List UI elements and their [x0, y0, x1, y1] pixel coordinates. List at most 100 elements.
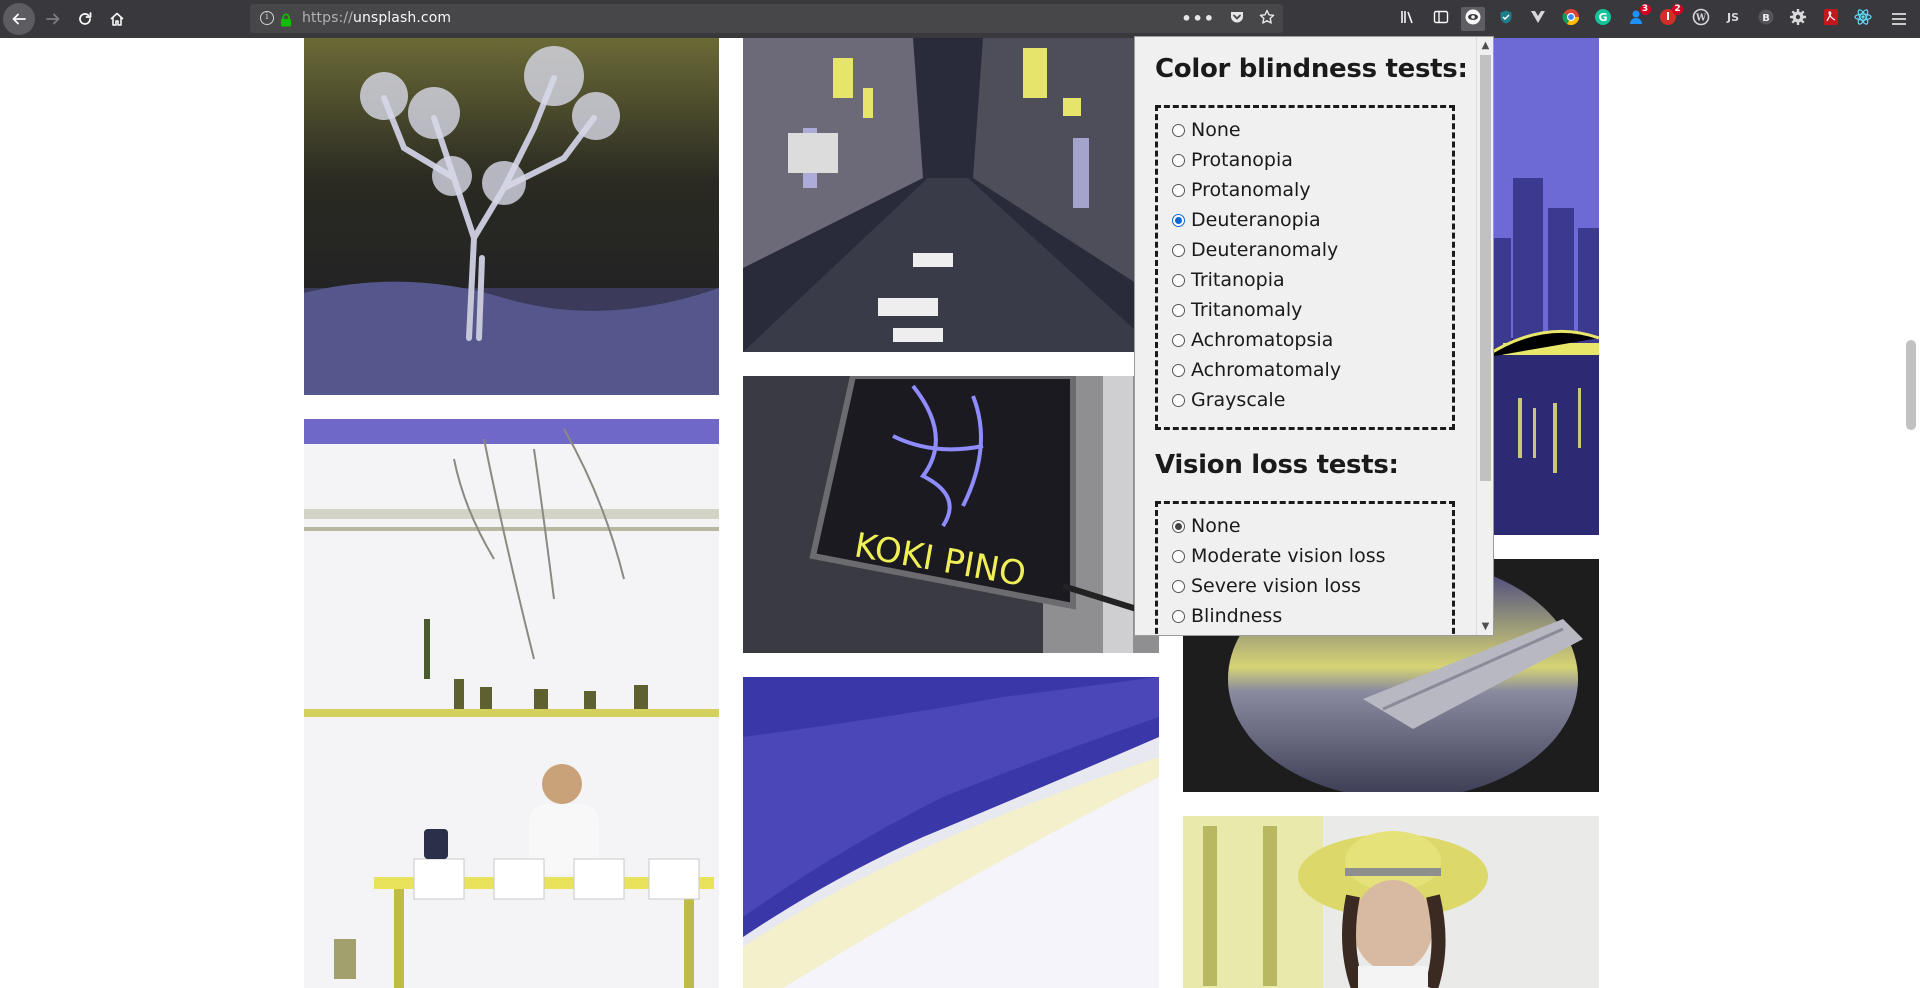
- color-blindness-option[interactable]: Achromatomaly: [1172, 355, 1341, 385]
- radio-button[interactable]: [1172, 183, 1185, 197]
- notifier-button[interactable]: 3: [1624, 4, 1651, 31]
- radio-button[interactable]: [1172, 123, 1185, 137]
- forward-button[interactable]: [36, 0, 70, 38]
- color-blindness-option-label: Deuteranopia: [1191, 209, 1321, 231]
- vue-devtools-button[interactable]: [1526, 7, 1550, 31]
- forward-arrow-icon: [46, 13, 60, 25]
- vision-loss-option[interactable]: Blindness: [1172, 601, 1282, 631]
- radio-button[interactable]: [1172, 303, 1185, 317]
- cafe-man-table-photo[interactable]: [304, 419, 719, 988]
- react-devtools-icon: [1854, 8, 1872, 30]
- address-bar[interactable]: i https://unsplash.com •••: [250, 4, 1283, 33]
- vision-loss-option-label: Blindness: [1191, 605, 1283, 627]
- lastpass-button[interactable]: 2: [1656, 4, 1683, 31]
- notification-badge: 2: [1672, 4, 1683, 15]
- color-blindness-option-label: Deuteranomaly: [1191, 239, 1339, 261]
- hamburger-menu-button[interactable]: [1888, 8, 1910, 30]
- sidebar-button[interactable]: [1429, 7, 1453, 31]
- b-extension-button[interactable]: B: [1754, 7, 1778, 31]
- grammarly-icon: G: [1594, 8, 1612, 30]
- b-extension-icon: B: [1757, 8, 1775, 30]
- pocket-icon[interactable]: [1229, 9, 1245, 29]
- color-blindness-option[interactable]: Protanomaly: [1172, 175, 1311, 205]
- vision-loss-option[interactable]: Severe vision loss: [1172, 571, 1361, 601]
- pdf-button[interactable]: [1819, 7, 1843, 31]
- pdf-icon: [1822, 8, 1840, 30]
- vision-loss-title: Vision loss tests:: [1155, 450, 1399, 480]
- chrome-icon: [1562, 8, 1580, 30]
- color-blindness-option[interactable]: Achromatopsia: [1172, 325, 1333, 355]
- page-actions-menu-icon[interactable]: •••: [1181, 9, 1215, 28]
- vision-loss-option[interactable]: None: [1172, 511, 1241, 541]
- url-text[interactable]: https://unsplash.com: [302, 10, 451, 26]
- chrome-button[interactable]: [1559, 7, 1583, 31]
- back-button[interactable]: [2, 0, 36, 38]
- browser-toolbar: i https://unsplash.com ••• G 3 2 W JS B: [0, 0, 1920, 38]
- japanese-street-night-photo[interactable]: [743, 38, 1159, 352]
- page-scrollbar-thumb[interactable]: [1906, 340, 1916, 430]
- popup-scrollbar-thumb[interactable]: [1480, 55, 1491, 481]
- scroll-up-arrow-icon[interactable]: ▲: [1477, 37, 1493, 54]
- radio-button[interactable]: [1172, 549, 1185, 563]
- color-blindness-option[interactable]: None: [1172, 115, 1241, 145]
- color-blindness-option[interactable]: Tritanomaly: [1172, 295, 1302, 325]
- color-blindness-option-label: Grayscale: [1191, 389, 1286, 411]
- radio-button[interactable]: [1172, 393, 1185, 407]
- child-sun-hat-photo[interactable]: [1183, 816, 1599, 988]
- neon-sign-photo[interactable]: KOKI PINO: [743, 376, 1159, 653]
- radio-button[interactable]: [1172, 213, 1185, 227]
- settings-extension-icon: [1789, 8, 1807, 30]
- shield-extension-button[interactable]: [1494, 7, 1518, 31]
- info-icon[interactable]: i: [260, 11, 274, 25]
- bookmark-star-icon[interactable]: [1259, 9, 1275, 29]
- lock-icon[interactable]: [280, 12, 292, 31]
- color-blindness-option-label: Achromatomaly: [1191, 359, 1342, 381]
- color-blindness-option-label: Protanomaly: [1191, 179, 1311, 201]
- radio-button[interactable]: [1172, 333, 1185, 347]
- radio-button[interactable]: [1172, 243, 1185, 257]
- page-actions: •••: [1181, 4, 1275, 33]
- reload-button[interactable]: [68, 0, 102, 38]
- radio-button[interactable]: [1172, 363, 1185, 377]
- joshua-tree-night-photo[interactable]: [304, 38, 719, 395]
- wordpress-button[interactable]: W: [1689, 7, 1713, 31]
- vision-loss-option-label: Moderate vision loss: [1191, 545, 1386, 567]
- js-button[interactable]: JS: [1721, 7, 1745, 31]
- settings-extension-button[interactable]: [1786, 7, 1810, 31]
- color-blindness-option[interactable]: Deuteranomaly: [1172, 235, 1338, 265]
- react-devtools-button[interactable]: [1851, 7, 1875, 31]
- color-blindness-extension-button[interactable]: [1461, 7, 1485, 31]
- vision-loss-option[interactable]: Moderate vision loss: [1172, 541, 1386, 571]
- radio-button[interactable]: [1172, 609, 1185, 623]
- radio-button[interactable]: [1172, 273, 1185, 287]
- color-blindness-option[interactable]: Deuteranopia: [1172, 205, 1321, 235]
- color-blindness-option-label: Tritanomaly: [1191, 299, 1303, 321]
- color-blindness-option[interactable]: Grayscale: [1172, 385, 1285, 415]
- radio-button[interactable]: [1172, 519, 1185, 533]
- color-blindness-option-label: None: [1191, 119, 1241, 141]
- shield-extension-icon: [1498, 9, 1514, 29]
- color-blindness-options: None Protanopia Protanomaly Deuteranopia Deu…: [1155, 105, 1455, 430]
- vue-devtools-icon: [1530, 9, 1546, 29]
- radio-button[interactable]: [1172, 153, 1185, 167]
- home-button[interactable]: [100, 0, 134, 38]
- scroll-down-arrow-icon[interactable]: ▼: [1477, 618, 1493, 635]
- vision-loss-option-label: Severe vision loss: [1191, 575, 1361, 597]
- unsplash-page: KOKI PINO: [0, 38, 1920, 988]
- color-blindness-option-label: Protanopia: [1191, 149, 1293, 171]
- radio-button[interactable]: [1172, 579, 1185, 593]
- color-blindness-title: Color blindness tests:: [1155, 54, 1468, 84]
- grammarly-button[interactable]: G: [1591, 7, 1615, 31]
- library-button[interactable]: [1396, 7, 1420, 31]
- color-blindness-option[interactable]: Protanopia: [1172, 145, 1293, 175]
- aerial-shore-photo[interactable]: [743, 677, 1159, 988]
- colorblindness-popup: Color blindness tests: None Protanopia Pro…: [1134, 36, 1494, 636]
- sidebar-icon: [1433, 9, 1449, 29]
- notification-badge: 3: [1639, 4, 1651, 15]
- page-scrollbar[interactable]: [1900, 38, 1920, 988]
- extensions-bar: G 3 2 W JS B: [1396, 0, 1884, 38]
- popup-scrollbar[interactable]: ▲ ▼: [1476, 37, 1493, 635]
- color-blindness-option[interactable]: Tritanopia: [1172, 265, 1285, 295]
- library-icon: [1400, 9, 1416, 29]
- url-host: unsplash.com: [352, 10, 452, 26]
